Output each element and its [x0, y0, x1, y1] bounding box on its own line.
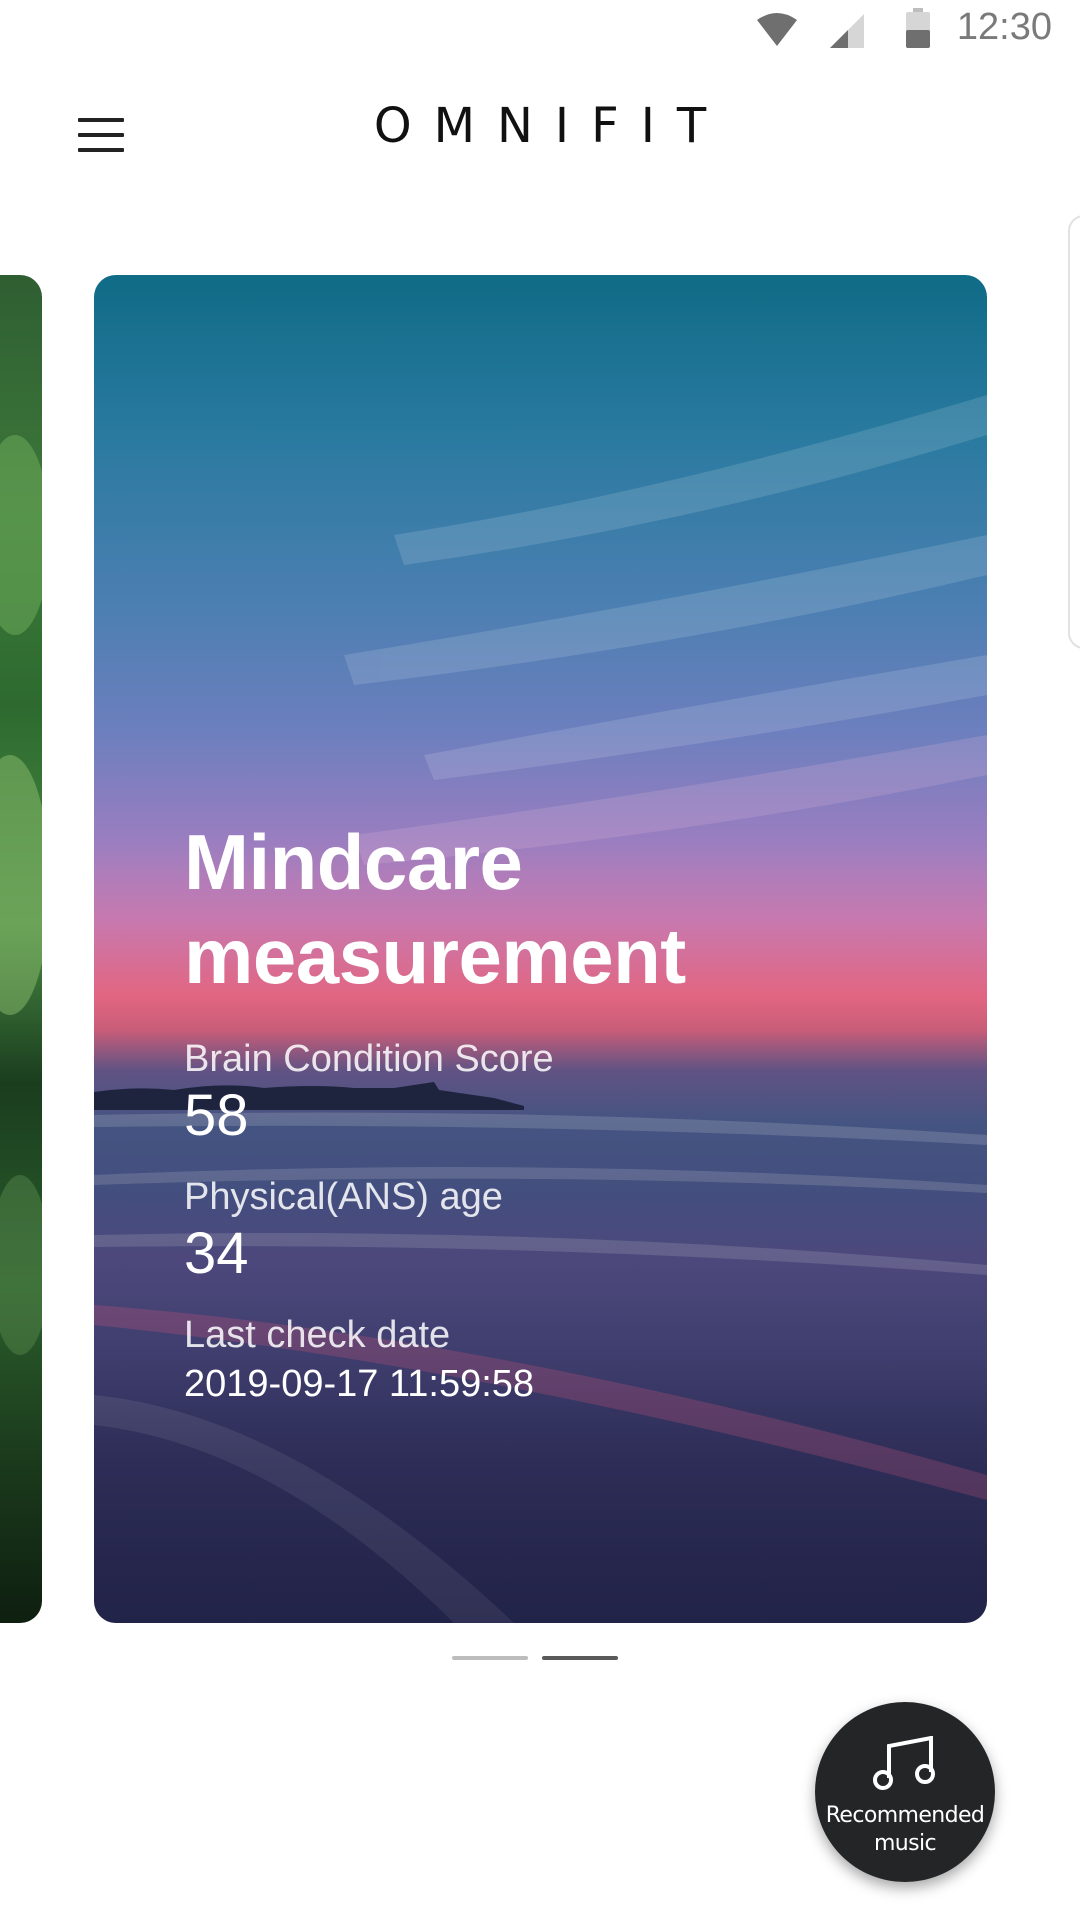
status-bar: 12:30: [0, 0, 1080, 62]
page-indicator: [452, 1656, 622, 1662]
mindcare-card[interactable]: Mindcare measurement Brain Condition Sco…: [94, 275, 987, 1623]
card-content: Mindcare measurement Brain Condition Sco…: [184, 815, 944, 1407]
last-check-value: 2019-09-17 11:59:58: [184, 1363, 535, 1405]
carousel-card-next[interactable]: [1068, 215, 1080, 649]
card-title-line-2: measurement: [184, 912, 686, 1000]
recommended-music-button[interactable]: Recommended music: [815, 1702, 995, 1882]
app-header: OMNIFIT: [0, 62, 1080, 202]
music-note-icon: [873, 1736, 935, 1790]
brain-score-label: Brain Condition Score: [184, 1038, 554, 1080]
cellular-signal-icon: [830, 14, 864, 48]
physical-age-value: 34: [184, 1221, 249, 1286]
status-time: 12:30: [956, 6, 1052, 48]
wifi-icon: [757, 13, 797, 46]
battery-icon: [906, 8, 930, 48]
page-indicator-dot-2[interactable]: [542, 1656, 618, 1660]
app-title: OMNIFIT: [373, 98, 729, 154]
card-carousel: Mindcare measurement Brain Condition Sco…: [0, 0, 1080, 1920]
brain-score-value: 58: [184, 1083, 249, 1148]
last-check-label: Last check date: [184, 1314, 451, 1356]
card-title-line-1: Mindcare: [184, 818, 523, 906]
carousel-card-previous[interactable]: [0, 275, 42, 1623]
page-indicator-dot-1[interactable]: [452, 1656, 528, 1660]
recommended-music-label: Recommended music: [825, 1803, 985, 1856]
card-title: Mindcare measurement: [184, 815, 944, 1003]
physical-age-label: Physical(ANS) age: [184, 1176, 503, 1218]
